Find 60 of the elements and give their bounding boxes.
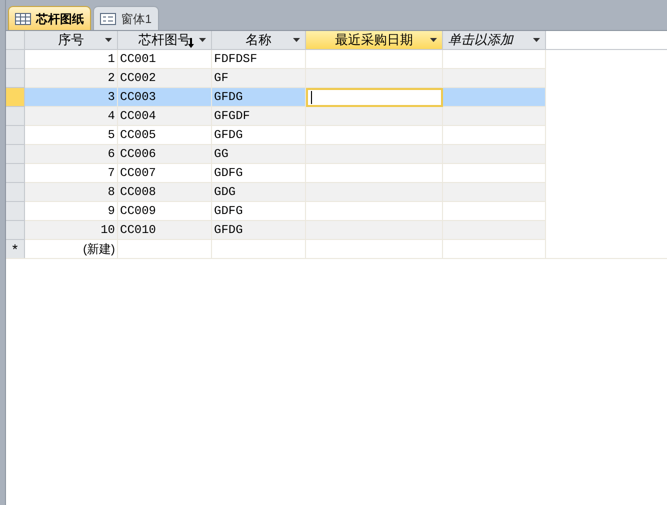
table-icon: [15, 12, 31, 24]
column-header[interactable]: 单击以添加: [443, 31, 546, 49]
record-selector[interactable]: [6, 88, 25, 107]
record-selector[interactable]: [6, 107, 25, 126]
table-cell: GF: [212, 69, 306, 88]
document-tab[interactable]: 芯杆图纸: [8, 6, 91, 30]
new-record-label: (新建): [83, 241, 115, 258]
table-cell: CC002: [118, 69, 212, 88]
record-selector[interactable]: [6, 202, 25, 221]
table-cell: GDFG: [212, 164, 306, 183]
dropdown-arrow-icon: [430, 38, 437, 42]
sort-arrow-icon: [188, 38, 194, 48]
select-all-corner[interactable]: [6, 31, 25, 49]
table-cell: 7: [25, 164, 118, 183]
dropdown-arrow-icon: [105, 38, 112, 42]
text-cursor: [311, 91, 312, 104]
active-cell-field[interactable]: [306, 88, 443, 107]
table-cell: 4: [25, 107, 118, 126]
table-cell: 2: [25, 69, 118, 88]
table-cell: CC004: [118, 107, 212, 126]
table-cell: CC008: [118, 183, 212, 202]
table-cell: 3: [25, 88, 118, 107]
table-cell: CC006: [118, 145, 212, 164]
column-header[interactable]: 最近采购日期: [306, 31, 443, 49]
column-header[interactable]: 名称: [212, 31, 306, 49]
table-cell: GFDG: [212, 221, 306, 240]
dropdown-arrow-icon: [293, 38, 300, 42]
record-selector[interactable]: [6, 69, 25, 88]
form-icon: [100, 12, 116, 24]
document-tab[interactable]: 窗体1: [93, 6, 159, 30]
record-selector[interactable]: [6, 126, 25, 145]
table-cell: 5: [25, 126, 118, 145]
table-cell: GFDG: [212, 88, 306, 107]
table-cell: CC005: [118, 126, 212, 145]
table-cell: GDFG: [212, 202, 306, 221]
table-cell: 9: [25, 202, 118, 221]
column-header[interactable]: 芯杆图号: [118, 31, 212, 49]
table-cell: 10: [25, 221, 118, 240]
table-cell: CC010: [118, 221, 212, 240]
record-selector[interactable]: [6, 221, 25, 240]
table-cell: GFDG: [212, 126, 306, 145]
record-selector[interactable]: [6, 183, 25, 202]
dropdown-arrow-icon: [533, 38, 540, 42]
table-cell: CC003: [118, 88, 212, 107]
record-selector[interactable]: [6, 50, 25, 69]
column-header[interactable]: 序号: [25, 31, 118, 49]
table-cell: 6: [25, 145, 118, 164]
table-cell: 8: [25, 183, 118, 202]
table-cell: 1: [25, 50, 118, 69]
table-cell: CC007: [118, 164, 212, 183]
table-cell: CC009: [118, 202, 212, 221]
table-cell: CC001: [118, 50, 212, 69]
table-cell: GFGDF: [212, 107, 306, 126]
record-selector[interactable]: [6, 164, 25, 183]
table-cell: GG: [212, 145, 306, 164]
dropdown-arrow-icon: [199, 38, 206, 42]
table-cell: GDG: [212, 183, 306, 202]
new-record-marker: *: [12, 242, 18, 256]
table-cell: FDFDSF: [212, 50, 306, 69]
record-selector[interactable]: [6, 145, 25, 164]
